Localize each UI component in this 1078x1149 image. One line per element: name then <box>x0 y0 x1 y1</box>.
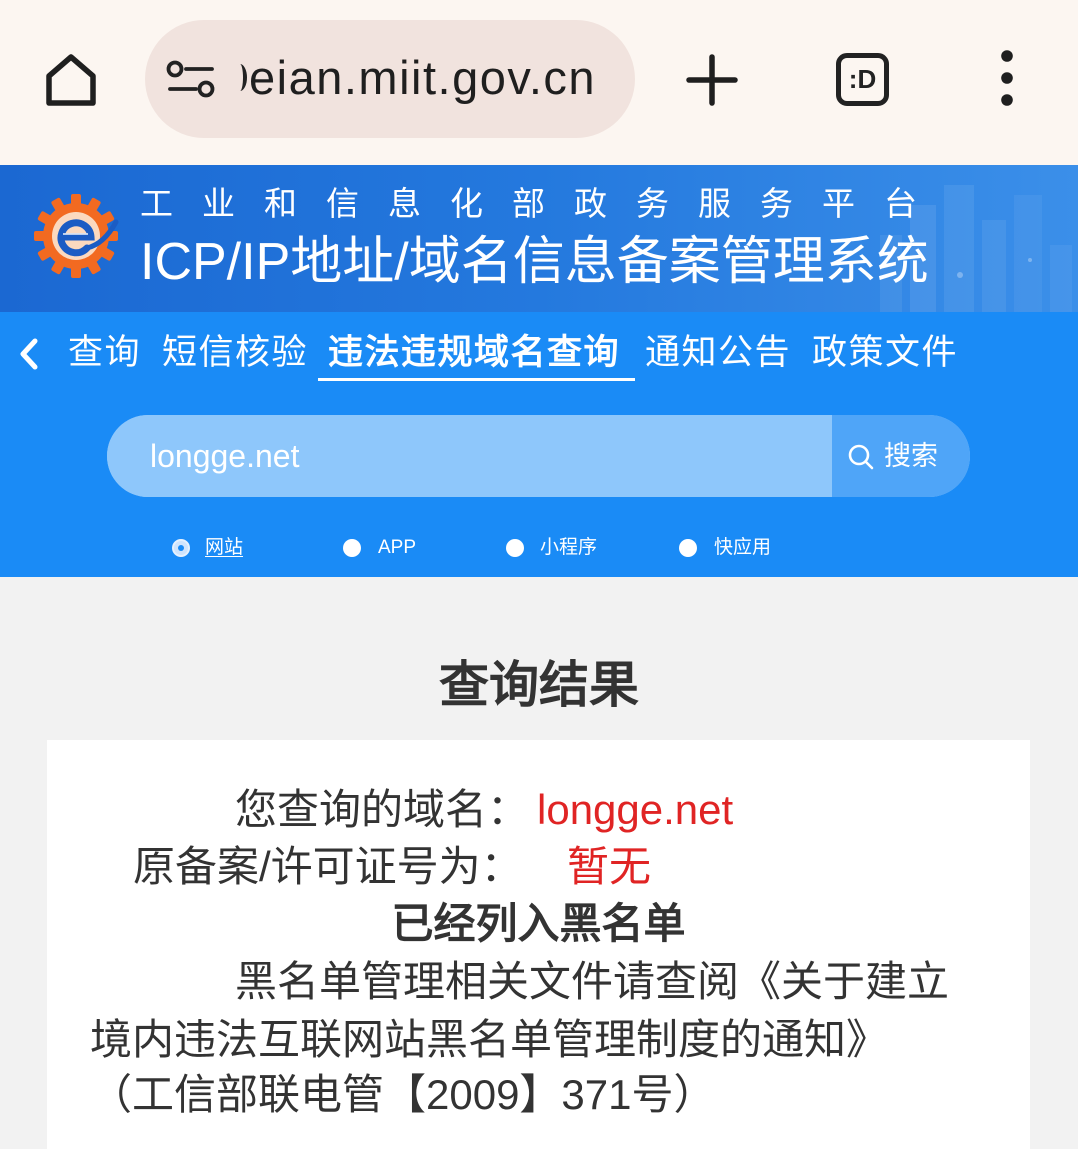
search-bar: longge.net 搜索 <box>107 415 970 497</box>
gear-e-logo-icon <box>34 194 119 278</box>
notice-line: 黑名单管理相关文件请查阅《关于建立 <box>235 958 950 1005</box>
site-settings-icon[interactable] <box>166 60 216 98</box>
blacklist-status: 已经列入黑名单 <box>391 900 686 947</box>
nav-item-policy-docs[interactable]: 政策文件 <box>812 333 958 373</box>
type-option-website[interactable]: 网站 <box>172 536 252 560</box>
new-tab-plus-icon[interactable] <box>686 54 738 106</box>
url-text[interactable]: eian.miit.gov.cn <box>249 53 596 103</box>
radio-mini-program[interactable] <box>506 539 524 557</box>
url-clipped-glyph <box>233 64 247 91</box>
browser-toolbar: eian.miit.gov.cn :D <box>0 0 1078 165</box>
tab-switcher-icon[interactable]: :D <box>836 53 889 106</box>
type-option-mini-program[interactable]: 小程序 <box>506 536 606 560</box>
license-label: 原备案/许可证号为： <box>133 843 523 890</box>
type-label-quick-app: 快应用 <box>714 537 772 558</box>
result-heading: 查询结果 <box>439 657 639 713</box>
address-bar[interactable]: eian.miit.gov.cn <box>145 20 635 138</box>
radio-quick-app[interactable] <box>679 539 697 557</box>
chevron-left-icon[interactable] <box>16 337 42 371</box>
type-option-quick-app[interactable]: 快应用 <box>679 536 779 560</box>
notice-line: 境内违法互联网站黑名单管理制度的通知》 <box>90 1016 889 1063</box>
site-header-banner: 工业和信息化部政务服务平台 ICP/IP地址/域名信息备案管理系统 <box>0 165 1078 312</box>
notice-line: （工信部联电管【2009】371号） <box>90 1071 716 1118</box>
type-label-app: APP <box>378 537 417 558</box>
nav-search-zone: 查询 短信核验 违法违规域名查询 通知公告 政策文件 longge.net 搜索… <box>0 312 1078 577</box>
nav-active-underline <box>318 378 635 381</box>
more-vert-icon[interactable] <box>995 48 1019 108</box>
system-title: ICP/IP地址/域名信息备案管理系统 <box>140 233 929 291</box>
type-label-website: 网站 <box>205 537 244 558</box>
search-button-label: 搜索 <box>884 441 938 471</box>
nav-item-illegal-domain-query[interactable]: 违法违规域名查询 <box>328 333 620 373</box>
search-icon <box>848 444 874 470</box>
search-input-value: longge.net <box>150 438 300 474</box>
license-value: 暂无 <box>567 843 652 890</box>
search-button[interactable]: 搜索 <box>832 415 970 497</box>
radio-website[interactable] <box>172 539 190 557</box>
nav-item-notices[interactable]: 通知公告 <box>645 333 791 373</box>
domain-label: 您查询的域名： <box>235 786 530 833</box>
radio-dot <box>178 545 184 551</box>
domain-value: longge.net <box>537 786 734 833</box>
platform-subtitle: 工业和信息化部政务服务平台 <box>140 185 946 222</box>
search-input[interactable]: longge.net <box>107 415 832 497</box>
type-label-mini-program: 小程序 <box>540 537 598 558</box>
nav-item-sms-verify[interactable]: 短信核验 <box>162 333 308 373</box>
nav-item-query[interactable]: 查询 <box>68 333 141 373</box>
home-icon[interactable] <box>41 49 101 109</box>
result-card: 您查询的域名： longge.net 原备案/许可证号为： 暂无 已经列入黑名单… <box>47 740 1030 1149</box>
type-option-app[interactable]: APP <box>343 536 423 560</box>
radio-app[interactable] <box>343 539 361 557</box>
